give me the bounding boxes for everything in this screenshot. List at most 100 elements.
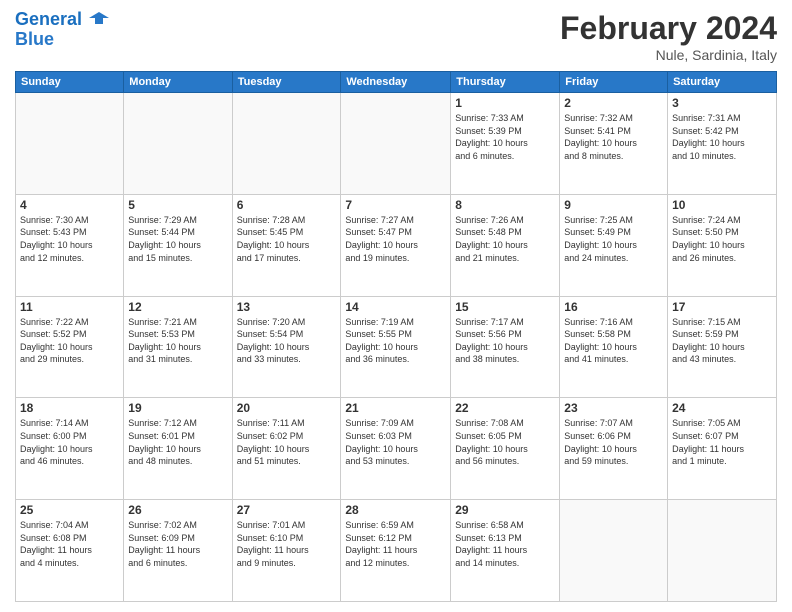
day-info: Sunrise: 7:28 AM Sunset: 5:45 PM Dayligh…	[237, 214, 337, 264]
day-info: Sunrise: 7:29 AM Sunset: 5:44 PM Dayligh…	[128, 214, 227, 264]
calendar-cell: 15 Sunrise: 7:17 AM Sunset: 5:56 PM Dayli…	[451, 296, 560, 398]
day-number: 17	[672, 300, 772, 314]
day-number: 10	[672, 198, 772, 212]
day-number: 13	[237, 300, 337, 314]
day-number: 22	[455, 401, 555, 415]
day-number: 24	[672, 401, 772, 415]
calendar-dow-thursday: Thursday	[451, 72, 560, 93]
day-info: Sunrise: 7:22 AM Sunset: 5:52 PM Dayligh…	[20, 316, 119, 366]
day-number: 28	[345, 503, 446, 517]
calendar-cell: 29Sunrise: 6:58 AM Sunset: 6:13 PM Dayli…	[451, 500, 560, 602]
day-info: Sunrise: 7:31 AM Sunset: 5:42 PM Dayligh…	[672, 112, 772, 162]
day-number: 6	[237, 198, 337, 212]
calendar-cell: 6 Sunrise: 7:28 AM Sunset: 5:45 PM Daylig…	[232, 194, 341, 296]
calendar-cell: 28 Sunrise: 6:59 AM Sunset: 6:12 PM Dayli…	[341, 500, 451, 602]
calendar-dow-sunday: Sunday	[16, 72, 124, 93]
day-number: 11	[20, 300, 119, 314]
day-info: Sunrise: 7:26 AM Sunset: 5:48 PM Dayligh…	[455, 214, 555, 264]
day-number: 5	[128, 198, 227, 212]
calendar-cell	[668, 500, 777, 602]
day-info: Sunrise: 7:32 AM Sunset: 5:41 PM Dayligh…	[564, 112, 663, 162]
calendar-cell: 21Sunrise: 7:09 AM Sunset: 6:03 PM Dayli…	[341, 398, 451, 500]
day-number: 20	[237, 401, 337, 415]
day-number: 9	[564, 198, 663, 212]
day-info: Sunrise: 6:59 AM Sunset: 6:12 PM Dayligh…	[345, 519, 446, 569]
day-info: Sunrise: 7:02 AM Sunset: 6:09 PM Dayligh…	[128, 519, 227, 569]
day-number: 4	[20, 198, 119, 212]
calendar-cell: 7 Sunrise: 7:27 AM Sunset: 5:47 PM Daylig…	[341, 194, 451, 296]
calendar-header-row: SundayMondayTuesdayWednesdayThursdayFrid…	[16, 72, 777, 93]
calendar-week-1: 1 Sunrise: 7:33 AM Sunset: 5:39 PM Daylig…	[16, 93, 777, 195]
calendar-week-2: 4 Sunrise: 7:30 AM Sunset: 5:43 PM Daylig…	[16, 194, 777, 296]
calendar-cell: 25 Sunrise: 7:04 AM Sunset: 6:08 PM Dayli…	[16, 500, 124, 602]
calendar-cell	[341, 93, 451, 195]
day-info: Sunrise: 7:14 AM Sunset: 6:00 PM Dayligh…	[20, 417, 119, 467]
calendar-cell: 27 Sunrise: 7:01 AM Sunset: 6:10 PM Dayli…	[232, 500, 341, 602]
calendar-cell: 14 Sunrise: 7:19 AM Sunset: 5:55 PM Dayli…	[341, 296, 451, 398]
calendar-cell: 24Sunrise: 7:05 AM Sunset: 6:07 PM Dayli…	[668, 398, 777, 500]
day-number: 26	[128, 503, 227, 517]
day-number: 23	[564, 401, 663, 415]
logo-general: General	[15, 9, 82, 29]
calendar-dow-saturday: Saturday	[668, 72, 777, 93]
day-info: Sunrise: 7:17 AM Sunset: 5:56 PM Dayligh…	[455, 316, 555, 366]
day-number: 21	[345, 401, 446, 415]
title-block: February 2024 Nule, Sardinia, Italy	[560, 10, 777, 63]
subtitle: Nule, Sardinia, Italy	[560, 47, 777, 63]
calendar-cell: 1 Sunrise: 7:33 AM Sunset: 5:39 PM Daylig…	[451, 93, 560, 195]
day-info: Sunrise: 7:04 AM Sunset: 6:08 PM Dayligh…	[20, 519, 119, 569]
calendar-cell	[560, 500, 668, 602]
calendar-cell: 5 Sunrise: 7:29 AM Sunset: 5:44 PM Daylig…	[124, 194, 232, 296]
day-info: Sunrise: 7:12 AM Sunset: 6:01 PM Dayligh…	[128, 417, 227, 467]
day-number: 14	[345, 300, 446, 314]
calendar-dow-tuesday: Tuesday	[232, 72, 341, 93]
calendar-cell: 23 Sunrise: 7:07 AM Sunset: 6:06 PM Dayli…	[560, 398, 668, 500]
main-title: February 2024	[560, 10, 777, 47]
header: General Blue February 2024 Nule, Sardini…	[15, 10, 777, 63]
day-number: 29	[455, 503, 555, 517]
calendar-dow-wednesday: Wednesday	[341, 72, 451, 93]
day-info: Sunrise: 7:30 AM Sunset: 5:43 PM Dayligh…	[20, 214, 119, 264]
logo-text: General	[15, 10, 109, 30]
calendar-cell	[232, 93, 341, 195]
day-info: Sunrise: 7:11 AM Sunset: 6:02 PM Dayligh…	[237, 417, 337, 467]
day-number: 2	[564, 96, 663, 110]
logo-blue: Blue	[15, 30, 109, 50]
day-info: Sunrise: 7:08 AM Sunset: 6:05 PM Dayligh…	[455, 417, 555, 467]
day-number: 25	[20, 503, 119, 517]
day-number: 1	[455, 96, 555, 110]
calendar-week-3: 11 Sunrise: 7:22 AM Sunset: 5:52 PM Dayli…	[16, 296, 777, 398]
calendar-cell: 20 Sunrise: 7:11 AM Sunset: 6:02 PM Dayli…	[232, 398, 341, 500]
day-number: 19	[128, 401, 227, 415]
calendar-cell	[16, 93, 124, 195]
day-info: Sunrise: 7:24 AM Sunset: 5:50 PM Dayligh…	[672, 214, 772, 264]
calendar-cell: 4 Sunrise: 7:30 AM Sunset: 5:43 PM Daylig…	[16, 194, 124, 296]
calendar-cell: 11 Sunrise: 7:22 AM Sunset: 5:52 PM Dayli…	[16, 296, 124, 398]
calendar-table: SundayMondayTuesdayWednesdayThursdayFrid…	[15, 71, 777, 602]
day-number: 7	[345, 198, 446, 212]
page: General Blue February 2024 Nule, Sardini…	[0, 0, 792, 612]
day-number: 18	[20, 401, 119, 415]
calendar-cell: 10 Sunrise: 7:24 AM Sunset: 5:50 PM Dayli…	[668, 194, 777, 296]
day-info: Sunrise: 7:07 AM Sunset: 6:06 PM Dayligh…	[564, 417, 663, 467]
day-info: Sunrise: 7:27 AM Sunset: 5:47 PM Dayligh…	[345, 214, 446, 264]
day-number: 27	[237, 503, 337, 517]
calendar-cell: 19 Sunrise: 7:12 AM Sunset: 6:01 PM Dayli…	[124, 398, 232, 500]
day-info: Sunrise: 7:25 AM Sunset: 5:49 PM Dayligh…	[564, 214, 663, 264]
logo: General Blue	[15, 10, 109, 50]
calendar-cell: 18 Sunrise: 7:14 AM Sunset: 6:00 PM Dayli…	[16, 398, 124, 500]
calendar-cell: 13Sunrise: 7:20 AM Sunset: 5:54 PM Dayli…	[232, 296, 341, 398]
calendar-cell: 26 Sunrise: 7:02 AM Sunset: 6:09 PM Dayli…	[124, 500, 232, 602]
day-number: 15	[455, 300, 555, 314]
calendar-dow-monday: Monday	[124, 72, 232, 93]
day-info: Sunrise: 7:19 AM Sunset: 5:55 PM Dayligh…	[345, 316, 446, 366]
calendar-cell	[124, 93, 232, 195]
calendar-cell: 16Sunrise: 7:16 AM Sunset: 5:58 PM Dayli…	[560, 296, 668, 398]
day-info: Sunrise: 7:01 AM Sunset: 6:10 PM Dayligh…	[237, 519, 337, 569]
calendar-cell: 22 Sunrise: 7:08 AM Sunset: 6:05 PM Dayli…	[451, 398, 560, 500]
day-info: Sunrise: 7:16 AM Sunset: 5:58 PM Dayligh…	[564, 316, 663, 366]
day-info: Sunrise: 7:15 AM Sunset: 5:59 PM Dayligh…	[672, 316, 772, 366]
calendar-week-4: 18 Sunrise: 7:14 AM Sunset: 6:00 PM Dayli…	[16, 398, 777, 500]
day-info: Sunrise: 7:33 AM Sunset: 5:39 PM Dayligh…	[455, 112, 555, 162]
calendar-week-5: 25 Sunrise: 7:04 AM Sunset: 6:08 PM Dayli…	[16, 500, 777, 602]
